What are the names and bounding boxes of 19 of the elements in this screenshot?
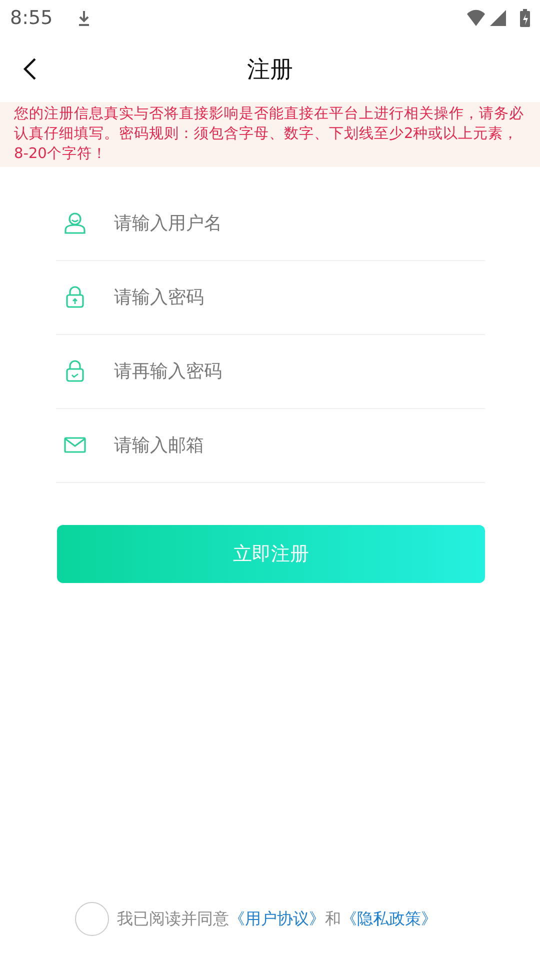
lock-check-icon: [64, 360, 86, 382]
agreement-link[interactable]: 《用户协议》: [229, 908, 325, 928]
username-field[interactable]: 请输入用户名: [114, 204, 485, 244]
email-field[interactable]: 请输入邮箱: [114, 426, 485, 466]
signal-icon: [490, 9, 506, 27]
clock-time: 8:55: [10, 7, 53, 29]
agree-checkbox[interactable]: [75, 902, 109, 936]
notice-text: 您的注册信息真实与否将直接影响是否能直接在平台上进行相关操作，请务必认真仔细填写。密码规则：须包含字母、数字、下划线至少2种或以上元素，8-20个字符！: [0, 102, 540, 167]
page-title: 注册: [246, 56, 294, 84]
battery-icon: [520, 9, 530, 27]
person-icon: [64, 212, 86, 234]
wifi-icon: [466, 9, 486, 27]
lock-icon: [64, 286, 86, 308]
back-icon[interactable]: [22, 57, 38, 81]
agreement-text: 我已阅读并同意《用户协议》和《隐私政策》: [117, 908, 437, 930]
agreement-link[interactable]: 《隐私政策》: [341, 908, 437, 928]
download-icon: [76, 9, 91, 27]
password-field[interactable]: 请再输入密码: [114, 352, 485, 392]
password-field[interactable]: 请输入密码: [114, 278, 485, 318]
